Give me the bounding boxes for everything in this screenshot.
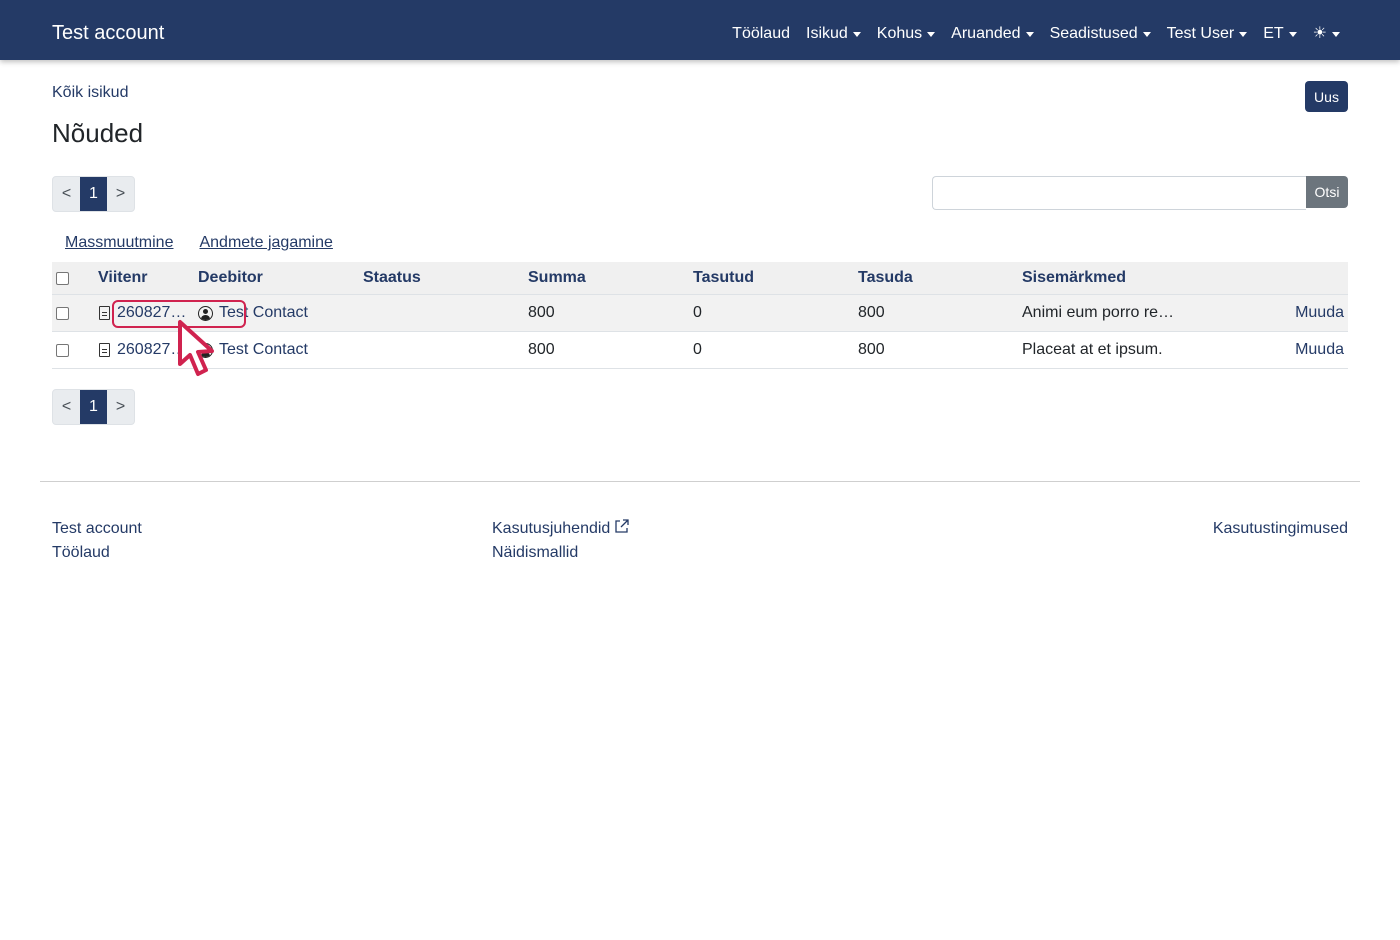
search-form: Otsi <box>932 176 1348 210</box>
person-circle-icon <box>198 342 213 358</box>
edit-link[interactable]: Muuda <box>1295 295 1344 331</box>
sum-cell: 800 <box>528 341 555 358</box>
mass-edit-link[interactable]: Massmuutmine <box>65 234 173 252</box>
table-header-row: Viitenr Deebitor Staatus Summa Tasutud T… <box>52 262 1348 295</box>
sum-cell: 800 <box>528 304 555 321</box>
new-button[interactable]: Uus <box>1305 81 1348 112</box>
brand-link[interactable]: Test account <box>52 22 164 45</box>
caret-down-icon <box>1288 32 1297 37</box>
nav-seadistused-dropdown[interactable]: Seadistused <box>1050 25 1151 43</box>
footer-link-dashboard[interactable]: Töölaud <box>52 541 142 565</box>
pagination-top: < 1 > <box>52 176 135 212</box>
nav-label: ET <box>1263 25 1284 42</box>
select-all-cell <box>56 262 69 294</box>
footer-column-3: Kasutustingimused <box>1213 517 1348 541</box>
debtor-link[interactable]: Test Contact <box>219 341 308 359</box>
caret-down-icon <box>1332 32 1340 37</box>
header-due[interactable]: Tasuda <box>858 262 913 294</box>
header-debtor[interactable]: Deebitor <box>198 262 263 294</box>
paid-cell: 0 <box>693 341 702 358</box>
search-button[interactable]: Otsi <box>1306 176 1348 208</box>
document-icon <box>99 306 110 320</box>
header-notes[interactable]: Sisemärkmed <box>1022 262 1126 294</box>
footer-link-guides[interactable]: Kasutusjuhendid <box>492 517 630 541</box>
ref-link[interactable]: 260827… <box>117 341 186 359</box>
breadcrumb-all-persons[interactable]: Kõik isikud <box>52 84 128 102</box>
nav-label: Seadistused <box>1049 25 1138 42</box>
header-status[interactable]: Staatus <box>363 262 421 294</box>
person-circle-icon <box>198 305 213 321</box>
nav-user-dropdown[interactable]: Test User <box>1167 25 1248 43</box>
due-cell: 800 <box>858 341 885 358</box>
pagination-bottom: < 1 > <box>52 389 135 425</box>
caret-down-icon <box>1025 32 1034 37</box>
ref-cell: 260827… <box>99 332 186 368</box>
caret-down-icon <box>852 32 861 37</box>
footer-column-1: Test account Töölaud <box>52 517 142 565</box>
claims-table: Viitenr Deebitor Staatus Summa Tasutud T… <box>52 262 1348 369</box>
footer-divider <box>40 481 1360 482</box>
footer-link-templates[interactable]: Näidismallid <box>492 541 630 565</box>
debtor-cell: Test Contact <box>198 295 308 331</box>
nav-toolaud[interactable]: Töölaud <box>732 25 790 43</box>
nav-label: Isikud <box>806 25 848 42</box>
nav-label: Test User <box>1166 25 1235 42</box>
debtor-cell: Test Contact <box>198 332 308 368</box>
footer-guides-label: Kasutusjuhendid <box>492 520 611 537</box>
header-sum[interactable]: Summa <box>528 262 586 294</box>
nav-isikud-dropdown[interactable]: Isikud <box>806 25 861 43</box>
bulk-actions: Massmuutmine Andmete jagamine <box>65 234 333 252</box>
page-1-button[interactable]: 1 <box>80 390 107 424</box>
edit-link[interactable]: Muuda <box>1295 332 1344 368</box>
page-1-button[interactable]: 1 <box>80 177 107 211</box>
ref-cell: 260827… <box>99 295 186 331</box>
caret-down-icon <box>927 32 936 37</box>
top-navbar: Test account Töölaud Isikud Kohus Aruand… <box>0 0 1400 60</box>
main-nav: Töölaud Isikud Kohus Aruanded Seadistuse… <box>732 25 1340 43</box>
row-select-cell <box>56 332 69 368</box>
notes-cell: Placeat at et ipsum. <box>1022 341 1163 358</box>
nav-kohus-dropdown[interactable]: Kohus <box>876 25 936 43</box>
select-all-checkbox[interactable] <box>56 271 69 285</box>
nav-label: Aruanded <box>951 25 1021 42</box>
caret-down-icon <box>1142 32 1151 37</box>
prev-page-button[interactable]: < <box>53 390 80 424</box>
next-page-button[interactable]: > <box>107 390 134 424</box>
caret-down-icon <box>1239 32 1248 37</box>
row-checkbox[interactable] <box>56 343 69 357</box>
ref-link[interactable]: 260827… <box>117 304 186 322</box>
theme-toggle-dropdown[interactable]: ☀ <box>1313 25 1340 43</box>
nav-label: Töölaud <box>732 25 790 42</box>
paid-cell: 0 <box>693 304 702 321</box>
share-data-link[interactable]: Andmete jagamine <box>199 234 332 252</box>
row-select-cell <box>56 295 69 331</box>
footer-column-2: Kasutusjuhendid Näidismallid <box>492 517 630 565</box>
table-row: 260827… Test Contact 800 0 800 Animi eum… <box>52 295 1348 332</box>
external-link-icon <box>615 519 629 533</box>
sun-icon: ☀ <box>1312 25 1327 42</box>
header-ref[interactable]: Viitenr <box>98 262 148 294</box>
prev-page-button[interactable]: < <box>53 177 80 211</box>
search-input[interactable] <box>932 176 1306 210</box>
debtor-link[interactable]: Test Contact <box>219 304 308 322</box>
document-icon <box>99 343 110 357</box>
nav-aruanded-dropdown[interactable]: Aruanded <box>951 25 1034 43</box>
notes-cell: Animi eum porro re… <box>1022 304 1175 321</box>
footer-link-account[interactable]: Test account <box>52 517 142 541</box>
next-page-button[interactable]: > <box>107 177 134 211</box>
nav-language-dropdown[interactable]: ET <box>1263 25 1297 43</box>
page-title: Nõuded <box>52 118 144 148</box>
nav-label: Kohus <box>876 25 923 42</box>
footer-link-terms[interactable]: Kasutustingimused <box>1213 517 1348 541</box>
due-cell: 800 <box>858 304 885 321</box>
header-paid[interactable]: Tasutud <box>693 262 754 294</box>
row-checkbox[interactable] <box>56 306 69 320</box>
table-row: 260827… Test Contact 800 0 800 Placeat a… <box>52 332 1348 369</box>
